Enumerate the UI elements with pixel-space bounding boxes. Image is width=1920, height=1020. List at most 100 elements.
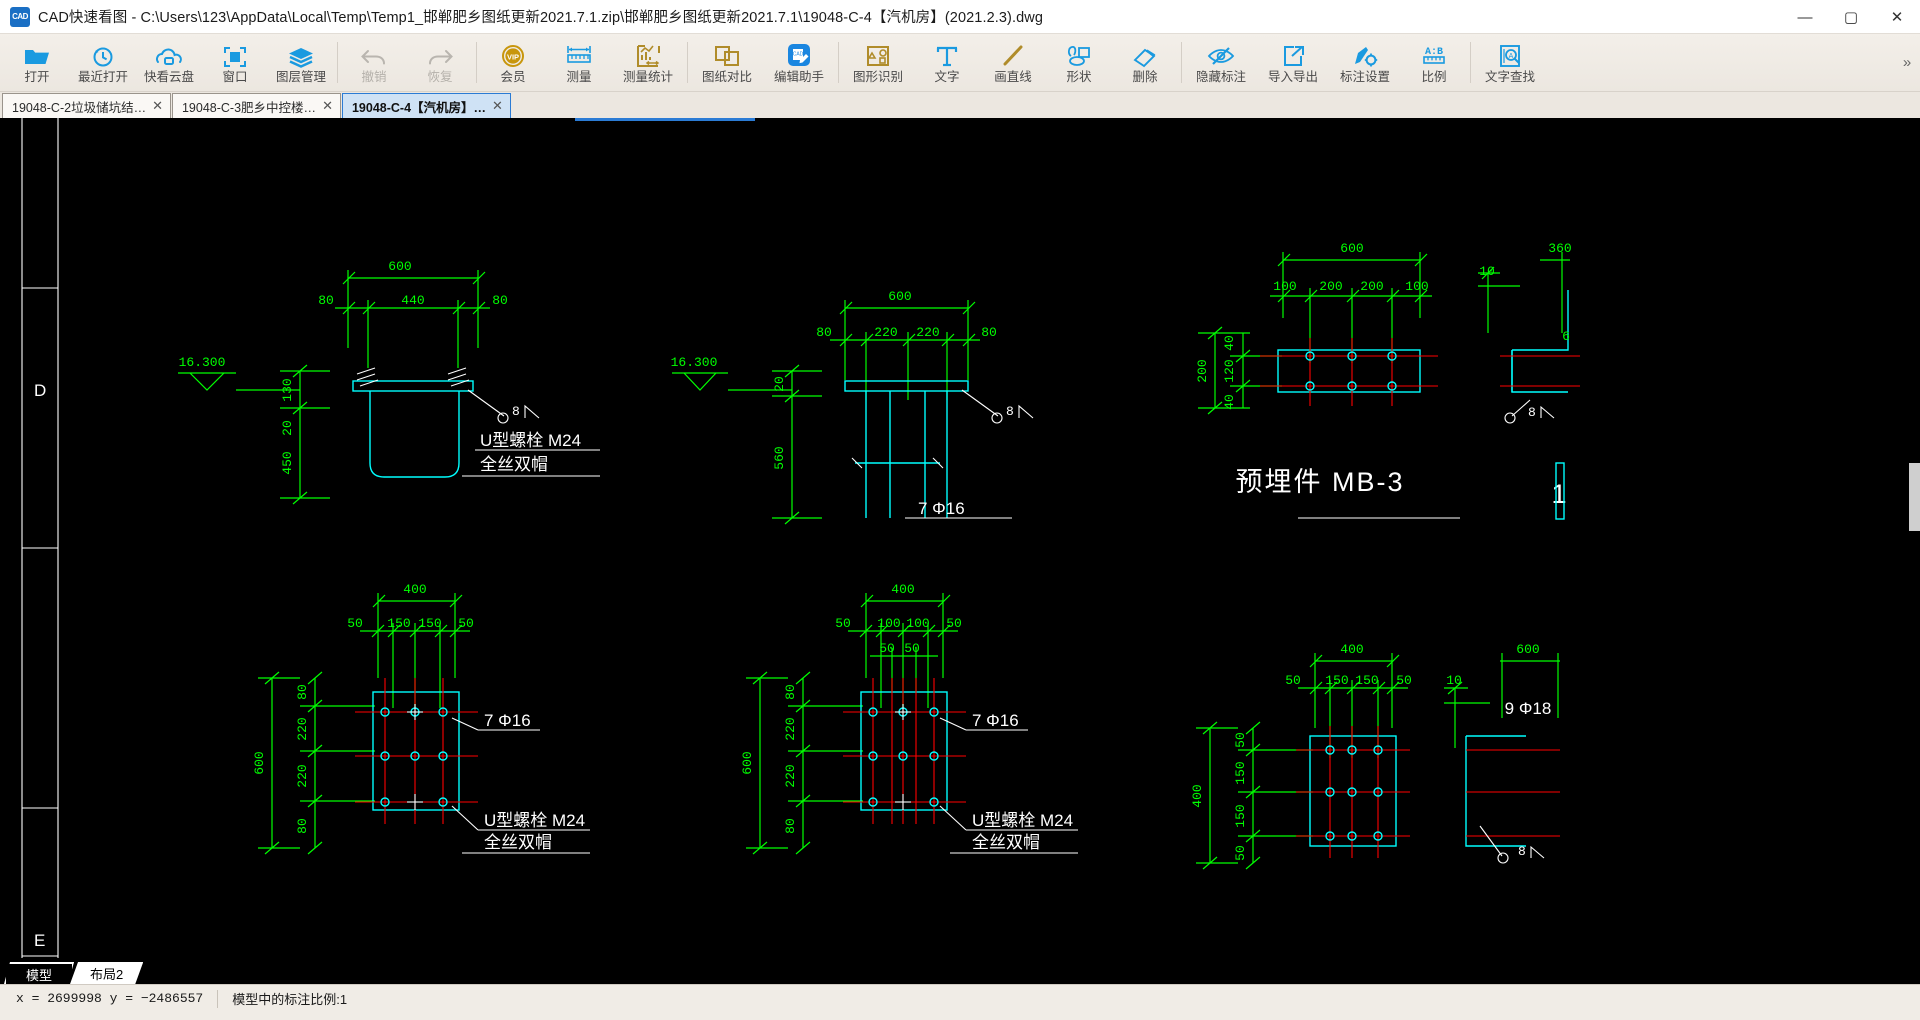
- toolbar-button-cloud[interactable]: 快看云盘: [136, 34, 202, 91]
- svg-text:8: 8: [1006, 404, 1014, 419]
- toolbar-button-shape[interactable]: 形状: [1046, 34, 1112, 91]
- toolbar-button-shape-recognize[interactable]: 图形识别: [842, 34, 914, 91]
- svg-text:40: 40: [1222, 335, 1237, 351]
- cursor-coordinates: x = 2699998 y = −2486557: [16, 991, 204, 1006]
- svg-text:400: 400: [891, 582, 914, 597]
- svg-text:50: 50: [458, 616, 474, 631]
- toolbar-label: 图形识别: [852, 69, 903, 84]
- toolbar-separator: [1470, 42, 1471, 83]
- text-tool-icon: [934, 42, 960, 68]
- document-tab[interactable]: 19048-C-3肥乡中控楼… ✕: [171, 93, 341, 118]
- svg-text:VIP: VIP: [507, 52, 519, 61]
- toolbar-separator: [1181, 42, 1182, 83]
- toolbar-label: 编辑助手: [773, 69, 824, 84]
- toolbar-label: 画直线: [994, 69, 1032, 84]
- toolbar-button-recent[interactable]: 最近打开: [70, 34, 136, 91]
- measure-stats-icon: [635, 42, 661, 68]
- svg-text:440: 440: [401, 293, 424, 308]
- svg-text:CAD: CAD: [793, 51, 804, 57]
- toolbar-label: 测量统计: [622, 69, 673, 84]
- toolbar-button-measure-stats[interactable]: 测量统计: [612, 34, 684, 91]
- toolbar-button-vip[interactable]: VIP 会员: [480, 34, 546, 91]
- toolbar-button-open[interactable]: 打开: [4, 34, 70, 91]
- toolbar-button-import-export[interactable]: 导入导出: [1257, 34, 1329, 91]
- toolbar-label: 窗口: [222, 69, 248, 84]
- svg-text:600: 600: [252, 751, 267, 774]
- toolbar-label: 恢复: [427, 69, 453, 84]
- shape-recognize-icon: [865, 42, 891, 68]
- document-tab-label: 19048-C-3肥乡中控楼…: [181, 100, 317, 115]
- toolbar-label: 图纸对比: [701, 69, 752, 84]
- layout-tab-layout2[interactable]: 布局2: [70, 962, 143, 984]
- document-tab[interactable]: 19048-C-2垃圾储坑结… ✕: [2, 93, 171, 118]
- toolbar-button-text[interactable]: 文字: [914, 34, 980, 91]
- svg-text:600: 600: [888, 289, 911, 304]
- layout-tab-label: 模型: [26, 967, 53, 983]
- cad-drawing-canvas[interactable]: .g { stroke:#00ff00; fill:none; stroke-w…: [0, 118, 1920, 958]
- cad-edit-icon: CAD: [785, 42, 813, 68]
- svg-text:80: 80: [318, 293, 334, 308]
- minimize-button[interactable]: —: [1782, 0, 1828, 34]
- toolbar-label: 撤销: [361, 69, 387, 84]
- toolbar-label: 删除: [1132, 69, 1158, 84]
- toolbar-button-edit-assistant[interactable]: CAD 编辑助手: [763, 34, 835, 91]
- detail-2-elevation: 600 80 220 220 80 16.300 20 560 8 7 Φ16: [671, 289, 1034, 525]
- compare-sheets-icon: [713, 42, 741, 68]
- svg-text:7 Φ16: 7 Φ16: [918, 499, 965, 518]
- svg-text:560: 560: [772, 446, 787, 469]
- svg-text:130: 130: [280, 378, 295, 401]
- svg-text:10: 10: [1446, 673, 1462, 688]
- window-title: CAD快速看图 - C:\Users\123\AppData\Local\Tem…: [38, 10, 1044, 26]
- maximize-button[interactable]: ▢: [1828, 0, 1874, 34]
- svg-text:50: 50: [1233, 845, 1248, 861]
- svg-text:8: 8: [1518, 844, 1526, 859]
- close-icon[interactable]: ✕: [152, 98, 163, 114]
- undo-arrow-icon: [360, 42, 388, 68]
- svg-text:8: 8: [1528, 405, 1536, 420]
- svg-text:80: 80: [981, 325, 997, 340]
- toolbar-button-compare[interactable]: 图纸对比: [691, 34, 763, 91]
- shape-draw-icon: [1065, 42, 1093, 68]
- svg-text:16.300: 16.300: [179, 355, 226, 370]
- svg-text:80: 80: [492, 293, 508, 308]
- status-divider: [217, 989, 219, 1008]
- toolbar-button-hide-annotation[interactable]: 隐藏标注: [1185, 34, 1257, 91]
- svg-text:50: 50: [1396, 673, 1412, 688]
- svg-text:6: 6: [1562, 329, 1570, 344]
- toolbar-button-layers[interactable]: 图层管理: [268, 34, 334, 91]
- svg-text:200: 200: [1319, 279, 1342, 294]
- toolbar-button-measure[interactable]: 测量: [546, 34, 612, 91]
- svg-text:全丝双帽: 全丝双帽: [480, 455, 548, 474]
- svg-text:150: 150: [387, 616, 410, 631]
- document-tab-active[interactable]: 19048-C-4【汽机房】… ✕: [341, 93, 511, 118]
- svg-text:80: 80: [783, 818, 798, 834]
- toolbar-label: 会员: [500, 69, 526, 84]
- svg-text:220: 220: [295, 764, 310, 787]
- svg-text:50: 50: [879, 641, 895, 656]
- toolbar-button-scale[interactable]: A:B 比例: [1401, 34, 1467, 91]
- toolbar-button-window[interactable]: 窗口: [202, 34, 268, 91]
- toolbar-button-undo[interactable]: 撤销: [341, 34, 407, 91]
- svg-text:1: 1: [1551, 479, 1568, 509]
- close-icon[interactable]: ✕: [492, 98, 503, 114]
- close-button[interactable]: ✕: [1874, 0, 1920, 34]
- svg-text:100: 100: [1273, 279, 1296, 294]
- annotation-scale-label: 模型中的标注比例:1: [232, 992, 348, 1007]
- toolbar-button-text-search[interactable]: A 文字查找: [1474, 34, 1546, 91]
- svg-text:600: 600: [388, 259, 411, 274]
- toolbar-button-redo[interactable]: 恢复: [407, 34, 473, 91]
- toolbar-button-annotation-settings[interactable]: 标注设置: [1329, 34, 1401, 91]
- svg-text:预埋件 MB-3: 预埋件 MB-3: [1235, 467, 1404, 497]
- layout-tab-model[interactable]: 模型: [4, 962, 74, 984]
- svg-text:全丝双帽: 全丝双帽: [484, 833, 552, 852]
- svg-text:100: 100: [877, 616, 900, 631]
- svg-text:50: 50: [347, 616, 363, 631]
- svg-text:80: 80: [295, 818, 310, 834]
- toolbar-button-draw-line[interactable]: 画直线: [980, 34, 1046, 91]
- toolbar-overflow-button[interactable]: »: [1894, 34, 1920, 91]
- redo-arrow-icon: [426, 42, 454, 68]
- toolbar-separator: [838, 42, 839, 83]
- close-icon[interactable]: ✕: [322, 98, 333, 114]
- svg-text:20: 20: [280, 420, 295, 436]
- toolbar-button-delete[interactable]: 删除: [1112, 34, 1178, 91]
